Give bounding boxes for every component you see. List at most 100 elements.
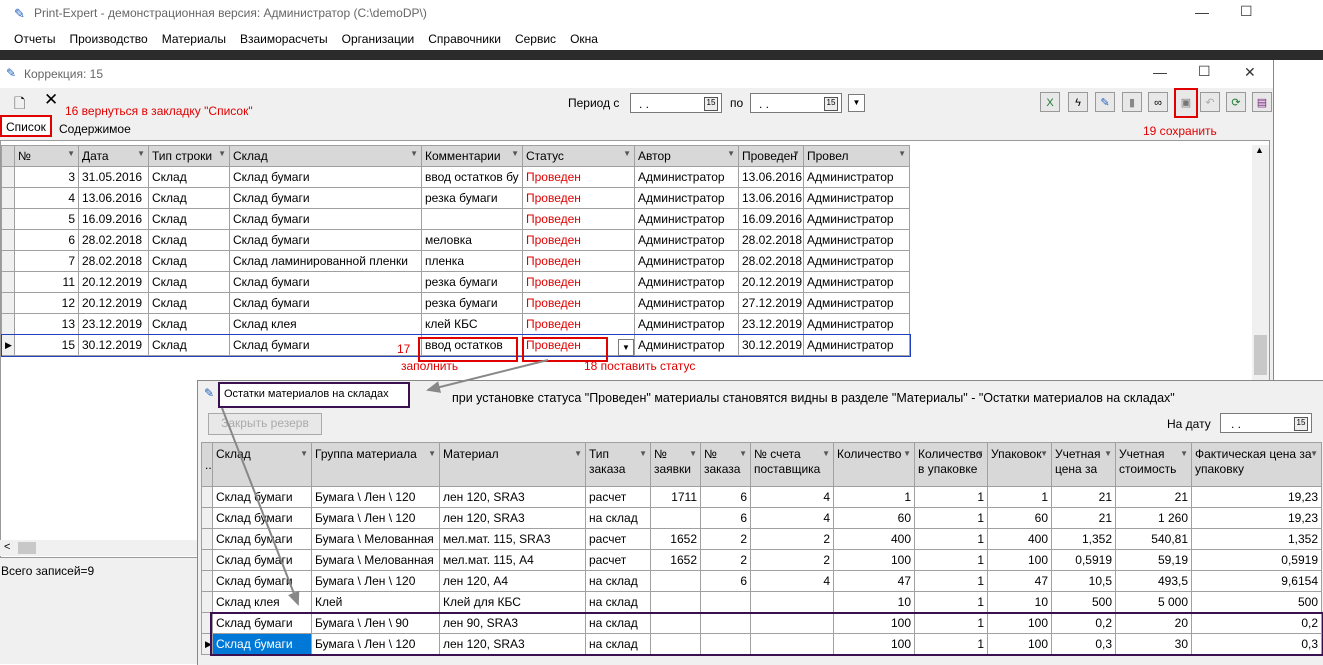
chevron-down-icon[interactable]: ▼: [623, 149, 631, 158]
row-indicator[interactable]: [201, 591, 213, 613]
table-cell[interactable]: Склад ламинированной пленки: [229, 250, 422, 272]
table-cell[interactable]: Проведен: [522, 166, 635, 188]
delete-icon[interactable]: ✕: [44, 90, 58, 110]
row-indicator[interactable]: [1, 271, 15, 293]
table-cell[interactable]: 16.09.2016: [738, 208, 804, 230]
column-header[interactable]: Дата ▼: [78, 145, 149, 167]
table-cell[interactable]: 20.12.2019: [738, 271, 804, 293]
table-cell[interactable]: резка бумаги: [421, 187, 523, 209]
table-row[interactable]: Склад бумаги Бумага \ Лен \ 120 лен 120, S…: [201, 507, 1322, 529]
table-cell[interactable]: 0,5919: [1051, 549, 1116, 571]
table-row[interactable]: Склад клея Клей Клей для КБС на склад 10 1 10 5…: [201, 591, 1322, 613]
table-cell[interactable]: 5: [14, 208, 79, 230]
column-header[interactable]: № заявки ▼: [650, 442, 701, 487]
table-row[interactable]: Склад бумаги Бумага \ Мелованная мел.мат. …: [201, 528, 1322, 550]
table-cell[interactable]: 11: [14, 271, 79, 293]
column-header[interactable]: Фактическая цена за упаковку ▼: [1191, 442, 1322, 487]
table-cell[interactable]: Администратор: [634, 187, 739, 209]
table-cell[interactable]: Администратор: [803, 292, 910, 314]
table-cell[interactable]: Бумага \ Лен \ 120: [311, 486, 440, 508]
correction-maximize-button[interactable]: ☐: [1198, 63, 1211, 80]
table-row[interactable]: Склад бумаги Бумага \ Мелованная мел.мат. …: [201, 549, 1322, 571]
table-cell[interactable]: 13.06.2016: [738, 166, 804, 188]
correction-close-button[interactable]: ✕: [1244, 64, 1256, 81]
table-cell[interactable]: [650, 507, 701, 529]
column-header[interactable]: Склад ▼: [212, 442, 312, 487]
table-cell[interactable]: Администратор: [803, 250, 910, 272]
table-cell[interactable]: 30.12.2019: [78, 334, 149, 356]
table-cell[interactable]: 100: [833, 549, 915, 571]
excel-icon[interactable]: X: [1040, 92, 1060, 112]
table-cell[interactable]: 47: [987, 570, 1052, 592]
table-cell[interactable]: 5 000: [1115, 591, 1192, 613]
table-cell[interactable]: 28.02.2018: [78, 229, 149, 251]
row-indicator[interactable]: [1, 208, 15, 230]
table-cell[interactable]: 20.12.2019: [78, 271, 149, 293]
table-cell[interactable]: 19,23: [1191, 507, 1322, 529]
table-row[interactable]: 11 20.12.2019 Склад Склад бумаги резка бумаг…: [1, 271, 910, 293]
table-cell[interactable]: Склад: [148, 271, 230, 293]
table-row[interactable]: 5 16.09.2016 Склад Склад бумаги Проведен Адми…: [1, 208, 910, 230]
table-row[interactable]: 3 31.05.2016 Склад Склад бумаги ввод остатко…: [1, 166, 910, 188]
table-cell[interactable]: 19,23: [1191, 486, 1322, 508]
table-cell[interactable]: Склад: [148, 229, 230, 251]
column-header[interactable]: № счета поставщика ▼: [750, 442, 834, 487]
table-row[interactable]: Склад бумаги Бумага \ Лен \ 120 лен 120, А…: [201, 570, 1322, 592]
row-indicator[interactable]: [1, 250, 15, 272]
table-cell[interactable]: 21: [1115, 486, 1192, 508]
table-cell[interactable]: 10: [987, 591, 1052, 613]
table-cell[interactable]: 21: [1051, 486, 1116, 508]
table-cell[interactable]: Администратор: [634, 313, 739, 335]
table-cell[interactable]: Проведен: [522, 313, 635, 335]
table-cell[interactable]: Склад: [148, 250, 230, 272]
table-cell[interactable]: Склад бумаги: [229, 229, 422, 251]
table-cell[interactable]: Администратор: [803, 229, 910, 251]
table-cell[interactable]: [700, 591, 751, 613]
binoculars-icon[interactable]: ∞: [1148, 92, 1168, 112]
table-cell[interactable]: 30.12.2019: [738, 334, 804, 356]
table-cell[interactable]: 493,5: [1115, 570, 1192, 592]
column-header[interactable]: Статус ▼: [522, 145, 635, 167]
table-cell[interactable]: 0,5919: [1191, 549, 1322, 571]
table-cell[interactable]: Склад бумаги: [212, 528, 312, 550]
table-cell[interactable]: Склад клея: [212, 591, 312, 613]
table-cell[interactable]: резка бумаги: [421, 271, 523, 293]
table-cell[interactable]: 400: [987, 528, 1052, 550]
column-header[interactable]: № ▼: [14, 145, 79, 167]
table-cell[interactable]: 27.12.2019: [738, 292, 804, 314]
column-header[interactable]: Комментарии ▼: [421, 145, 523, 167]
table-cell[interactable]: 6: [700, 570, 751, 592]
calendar-icon[interactable]: 15: [1294, 417, 1308, 431]
table-row[interactable]: 4 13.06.2016 Склад Склад бумаги резка бумаги…: [1, 187, 910, 209]
period-from-input[interactable]: . . 15: [630, 93, 722, 113]
row-indicator[interactable]: [1, 292, 15, 314]
table-cell[interactable]: 28.02.2018: [738, 229, 804, 251]
table-cell[interactable]: Склад бумаги: [212, 570, 312, 592]
table-cell[interactable]: 60: [833, 507, 915, 529]
column-header[interactable]: Проведен ▼: [738, 145, 804, 167]
table-cell[interactable]: на склад: [585, 591, 651, 613]
chevron-down-icon[interactable]: ▼: [511, 149, 519, 158]
table-cell[interactable]: Проведен: [522, 229, 635, 251]
table-cell[interactable]: клей КБС: [421, 313, 523, 335]
column-header[interactable]: № заказа ▼: [700, 442, 751, 487]
table-cell[interactable]: 12: [14, 292, 79, 314]
table-cell[interactable]: Склад бумаги: [212, 486, 312, 508]
table-cell[interactable]: 6: [14, 229, 79, 251]
calendar-icon[interactable]: 15: [704, 97, 718, 111]
column-header[interactable]: Материал ▼: [439, 442, 586, 487]
app-maximize-button[interactable]: ☐: [1240, 3, 1253, 20]
tab-contents[interactable]: Содержимое: [59, 122, 131, 136]
menu-item[interactable]: Производство: [62, 28, 154, 46]
table-cell[interactable]: [650, 591, 701, 613]
table-row[interactable]: 13 23.12.2019 Склад Склад клея клей КБС Прове…: [1, 313, 910, 335]
refresh-icon[interactable]: ⟳: [1226, 92, 1246, 112]
table-cell[interactable]: Проведен: [522, 271, 635, 293]
table-row[interactable]: Склад бумаги Бумага \ Лен \ 120 лен 120, S…: [201, 486, 1322, 508]
table-cell[interactable]: мел.мат. 115, А4: [439, 549, 586, 571]
table-cell[interactable]: 4: [750, 570, 834, 592]
chevron-down-icon[interactable]: ▼: [218, 149, 226, 158]
status-dropdown-button[interactable]: ▼: [618, 339, 634, 356]
table-cell[interactable]: Склад: [148, 292, 230, 314]
new-document-icon[interactable]: 🗋: [14, 93, 25, 117]
